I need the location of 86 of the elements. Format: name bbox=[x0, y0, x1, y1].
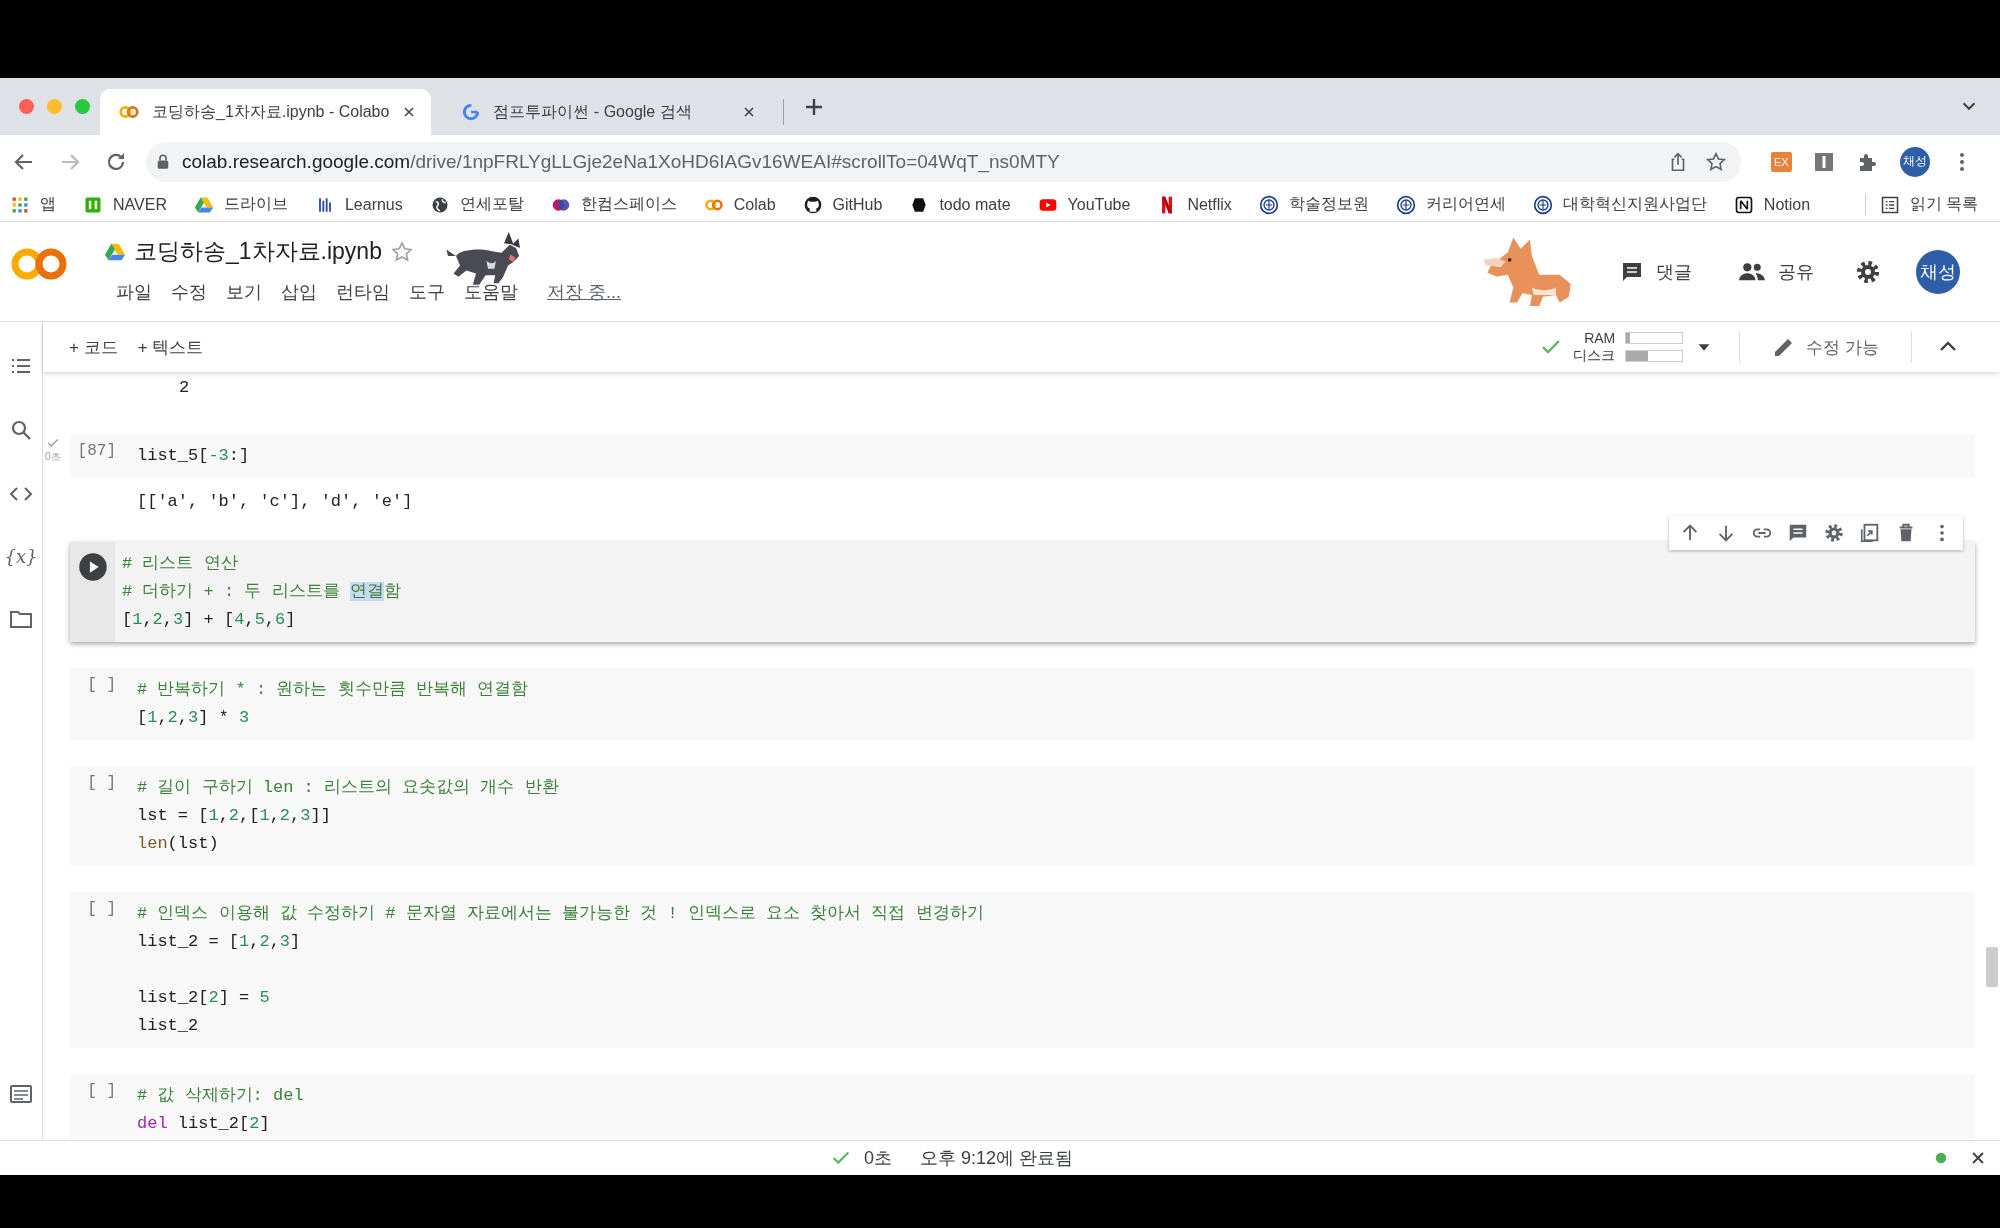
bookmark-link[interactable]: 앱 bbox=[40, 194, 56, 215]
bookmark-link[interactable]: GitHub bbox=[832, 195, 883, 214]
save-status-link[interactable]: 저장 중... bbox=[547, 280, 621, 304]
cell-prompt: [ ] bbox=[87, 676, 116, 694]
search-icon[interactable] bbox=[9, 418, 33, 442]
menu-item[interactable]: 도움말 bbox=[464, 280, 518, 304]
bookmark-link[interactable]: Colab bbox=[733, 195, 776, 214]
mirror-cell-icon[interactable] bbox=[1859, 522, 1881, 544]
code-line[interactable]: [1,2,3] * 3 bbox=[137, 704, 250, 732]
profile-avatar[interactable]: 채성 bbox=[1916, 249, 1960, 294]
browser-tab[interactable]: 점프투파이썬 - Google 검색 bbox=[443, 89, 772, 135]
cell-prompt: [ ] bbox=[87, 900, 116, 918]
bookmark-icon[interactable] bbox=[802, 194, 823, 215]
add-code-button[interactable]: + 코드 bbox=[59, 329, 128, 365]
bookmark-link[interactable]: 한컴스페이스 bbox=[580, 194, 677, 215]
bookmark-icon[interactable] bbox=[1395, 194, 1416, 215]
run-time-text: 0초 bbox=[45, 450, 61, 464]
output-text: 2 bbox=[179, 377, 190, 399]
ram-label: RAM bbox=[1584, 330, 1616, 347]
address-bar[interactable]: colab.research.google.com/drive/1npFRLYgLLGje2eNa1XoHD6IAGv16WEAI#scrollTo=04WqT_ns0MTY bbox=[146, 141, 1741, 182]
run-cell-button[interactable] bbox=[77, 552, 108, 582]
settings-icon[interactable] bbox=[1823, 522, 1845, 544]
code-line[interactable]: del list_2[2] bbox=[137, 1110, 270, 1138]
cell-prompt: [ ] bbox=[87, 774, 116, 792]
execution-status: 오후 9:12에 완료됨 bbox=[920, 1147, 1074, 1170]
execution-time: 0초 bbox=[864, 1147, 892, 1170]
code-line[interactable]: # 반복하기 * : 원하는 횟수만큼 반복해 연결함 bbox=[137, 676, 529, 704]
menu-item[interactable]: 도구 bbox=[409, 280, 445, 304]
code-cell[interactable]: # 리스트 연산 # 더하기 + : 두 리스트를 연결함 [1,2,3] + [4,5,6] bbox=[70, 542, 1975, 642]
browser-tab[interactable]: 코딩하송_1차자료.ipynb - Colabo bbox=[100, 89, 432, 135]
bookmark-link[interactable]: YouTube bbox=[1067, 195, 1131, 214]
bookmark-link[interactable]: 학술정보원 bbox=[1288, 194, 1369, 215]
code-line[interactable]: list_2 bbox=[137, 1012, 199, 1040]
code-line[interactable]: list_2[2] = 5 bbox=[137, 984, 270, 1012]
bookmark-link[interactable]: 연세포탈 bbox=[459, 194, 524, 215]
bookmark-icon[interactable] bbox=[1258, 194, 1279, 215]
menu-item[interactable]: 파일 bbox=[116, 280, 152, 304]
menu-item[interactable]: 삽입 bbox=[281, 280, 317, 304]
code-line[interactable]: # 리스트 연산 bbox=[122, 550, 238, 578]
variables-button[interactable]: {x} bbox=[4, 546, 38, 567]
code-line[interactable]: list_2 = [1,2,3] bbox=[137, 928, 301, 956]
bookmark-link[interactable]: 드라이브 bbox=[223, 194, 288, 215]
profile-avatar[interactable]: 채성 bbox=[1899, 146, 1930, 177]
code-line[interactable]: len(lst) bbox=[137, 830, 219, 858]
share-button[interactable]: 공유 bbox=[1732, 253, 1820, 290]
scrollbar-thumb[interactable] bbox=[1986, 947, 1998, 987]
output-text: [['a', 'b', 'c'], 'd', 'e'] bbox=[137, 491, 413, 513]
bookmark-link[interactable]: NAVER bbox=[113, 195, 167, 214]
disk-label: 디스크 bbox=[1573, 347, 1616, 364]
menu-item[interactable]: 수정 bbox=[171, 280, 207, 304]
bookmark-link[interactable]: todo mate bbox=[939, 195, 1011, 214]
code-line[interactable]: # 값 삭제하기: del bbox=[137, 1082, 304, 1110]
code-line[interactable]: list_5[-3:] bbox=[137, 442, 250, 470]
google-logo-icon bbox=[461, 102, 482, 122]
bookmark-link[interactable]: Netflix bbox=[1187, 195, 1232, 214]
edit-mode-button[interactable]: 수정 가능 bbox=[1764, 329, 1887, 365]
terminal-icon[interactable] bbox=[9, 1082, 33, 1106]
minimize-window-dot[interactable] bbox=[47, 99, 62, 114]
bookmark-icon[interactable] bbox=[1733, 194, 1754, 215]
code-cell[interactable]: [ ] # 길이 구하기 len : 리스트의 요솟값의 개수 반환 lst = [1,2,[1,2,3]] len(lst) bbox=[70, 766, 1975, 866]
reading-list-link[interactable]: 읽기 목록 bbox=[1909, 194, 1978, 215]
cell-prompt: [ ] bbox=[87, 1082, 116, 1100]
code-cell[interactable]: [ ] # 인덱스 이용해 값 수정하기 # 문자열 자료에서는 불가능한 것 ! 인덱스로 요소 찾아서 직접 변경하기 list_2 = [1,2,3] list_2[2] = 5 list_2 bbox=[70, 892, 1975, 1048]
bookmark-link[interactable]: Notion bbox=[1763, 195, 1811, 214]
close-window-dot[interactable] bbox=[19, 99, 34, 114]
zoom-window-dot[interactable] bbox=[75, 99, 90, 114]
bookmark-link[interactable]: Learnus bbox=[344, 195, 403, 214]
menu-item[interactable]: 런타임 bbox=[336, 280, 390, 304]
bookmark-link[interactable]: 커리어연세 bbox=[1425, 194, 1506, 215]
notebook-title[interactable]: 코딩하송_1차자료.ipynb bbox=[134, 236, 382, 267]
cell-prompt: [87] bbox=[77, 442, 116, 460]
code-cell[interactable]: [ ] # 반복하기 * : 원하는 횟수만큼 반복해 연결함 [1,2,3] * 3 bbox=[70, 668, 1975, 740]
comment-button[interactable]: 댓글 bbox=[1614, 255, 1698, 288]
reading-list-icon[interactable] bbox=[1879, 194, 1900, 215]
code-line[interactable]: [1,2,3] + [4,5,6] bbox=[122, 606, 296, 634]
bookmark-icon[interactable] bbox=[1532, 194, 1553, 215]
code-line[interactable]: # 인덱스 이용해 값 수정하기 # 문자열 자료에서는 불가능한 것 ! 인덱스로 요소 찾아서 직접 변경하기 bbox=[137, 900, 984, 928]
add-text-button[interactable]: + 텍스트 bbox=[127, 329, 214, 365]
bookmark-star-icon[interactable] bbox=[1705, 150, 1727, 173]
code-line[interactable]: # 길이 구하기 len : 리스트의 요솟값의 개수 반환 bbox=[137, 774, 559, 802]
code-line[interactable]: # 더하기 + : 두 리스트를 연결함 bbox=[122, 578, 401, 606]
menu-item[interactable]: 보기 bbox=[226, 280, 262, 304]
star-icon[interactable] bbox=[389, 239, 414, 264]
code-cell[interactable]: [ ] # 값 삭제하기: del del list_2[2] bbox=[70, 1074, 1975, 1140]
bookmark-link[interactable]: 대학혁신지원사업단 bbox=[1562, 194, 1707, 215]
code-line[interactable]: lst = [1,2,[1,2,3]] bbox=[137, 802, 331, 830]
